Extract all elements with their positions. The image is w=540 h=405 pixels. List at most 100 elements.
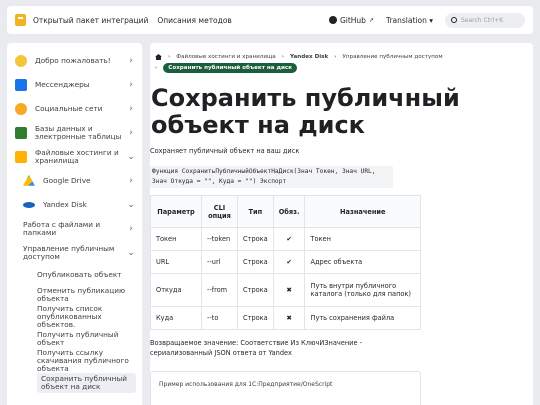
sidebar-item-label: Получить публичный объект (37, 330, 119, 347)
sidebar-item-label: Управление публичным доступом (23, 244, 115, 261)
sidebar: Добро пожаловать! › Мессенджеры › Социал… (7, 43, 142, 405)
breadcrumb-item-public-access[interactable]: Управление публичным доступом (342, 54, 442, 60)
breadcrumb-separator: › (168, 54, 171, 60)
table-cell: Строка (237, 273, 274, 307)
sidebar-item-label: Файловые хостинги и хранилища (35, 148, 119, 165)
sidebar-item-unpublish[interactable]: Отменить публикацию объекта (37, 285, 136, 305)
table-cell: Токен (150, 227, 202, 251)
search-icon (451, 17, 457, 23)
sidebar-item-google-drive[interactable]: Google Drive › (23, 169, 136, 193)
table-cell: --to (201, 306, 238, 330)
table-cell: Путь сохранения файла (304, 306, 421, 330)
external-link-icon: ↗ (368, 16, 374, 24)
sidebar-item-label: Добро пожаловать! (35, 56, 111, 65)
sidebar-item-label: Мессенджеры (35, 80, 90, 89)
sidebar-group-file-hosting: Google Drive › Yandex Disk ⌄ Работа с фа… (15, 169, 136, 265)
breadcrumb-item-current: Сохранить публичный объект на диск (163, 63, 298, 73)
table-cell: Строка (237, 250, 274, 274)
sidebar-item-label: Получить список опубликованных объектов. (37, 304, 103, 329)
sidebar-item-download-link[interactable]: Получить ссылку скачивания публичного об… (37, 349, 136, 373)
github-icon (328, 16, 337, 24)
breadcrumb-item-file-hosting[interactable]: Файловые хостинги и хранилища (176, 54, 275, 60)
sidebar-item-list-published[interactable]: Получить список опубликованных объектов. (37, 305, 136, 329)
usage-example-title: Пример использования для 1С:Предприятие/… (159, 381, 333, 388)
sidebar-item-files-folders[interactable]: Работа с файлами и папками › (23, 217, 136, 241)
page-description: Сохраняет публичный объект на ваш диск (150, 147, 300, 155)
search-input[interactable]: Search Ctrl+K (445, 12, 525, 28)
logo-icon[interactable] (15, 14, 26, 26)
table-row: Куда --to Строка ✖ Путь сохранения файла (150, 306, 421, 330)
breadcrumb-separator: › (334, 54, 337, 60)
sidebar-item-label: Социальные сети (35, 104, 103, 113)
sidebar-item-save-public[interactable]: Сохранить публичный объект на диск (37, 373, 136, 393)
column-header: Обяз. (272, 195, 306, 228)
table-cell: URL (150, 250, 202, 274)
main-content: › Файловые хостинги и хранилища › Yandex… (150, 43, 533, 405)
sidebar-item-label: Работа с файлами и папками (23, 220, 101, 237)
column-header: Тип (237, 195, 274, 228)
table-header-row: Параметр CLI опция Тип Обяз. Назначение (150, 195, 421, 228)
translation-dropdown[interactable]: Translation ▾ (386, 16, 433, 25)
github-label: GitHub (339, 15, 366, 25)
sidebar-item-label: Сохранить публичный объект на диск (41, 374, 127, 391)
table-row: Токен --token Строка ✔ Токен (150, 227, 421, 251)
hand-wave-icon (15, 55, 27, 67)
yandex-disk-icon (23, 202, 35, 208)
chevron-down-icon[interactable]: ⌄ (126, 248, 136, 258)
sidebar-item-get-public[interactable]: Получить публичный объект (37, 329, 136, 349)
nav-link-methods[interactable]: Описания методов (157, 16, 232, 25)
optional-cross-icon: ✖ (272, 273, 306, 307)
social-icon (15, 103, 27, 115)
sidebar-item-label: Google Drive (43, 176, 91, 185)
column-header: Параметр (150, 195, 202, 228)
table-cell: Адрес объекта (304, 250, 421, 274)
github-link[interactable]: GitHub ↗ (328, 15, 374, 25)
breadcrumb-separator: › (281, 54, 284, 60)
folder-icon (15, 151, 27, 163)
breadcrumb-item-yandex-disk[interactable]: Yandex Disk (290, 54, 328, 60)
chevron-down-icon[interactable]: ⌄ (126, 152, 136, 162)
table-cell: --token (201, 227, 238, 251)
optional-cross-icon: ✖ (272, 306, 306, 330)
sidebar-group-public-access: Опубликовать объект Отменить публикацию … (15, 265, 136, 393)
table-cell: Строка (237, 227, 274, 251)
chevron-right-icon[interactable]: › (126, 176, 136, 186)
table-row: URL --url Строка ✔ Адрес объекта (150, 250, 421, 274)
sidebar-item-publish[interactable]: Опубликовать объект (37, 265, 136, 285)
sidebar-item-label: Получить ссылку скачивания публичного об… (37, 348, 129, 373)
table-cell: --from (201, 273, 238, 307)
chevron-right-icon[interactable]: › (126, 80, 136, 90)
chat-icon (15, 79, 27, 91)
parameters-table: Параметр CLI опция Тип Обяз. Назначение … (150, 195, 421, 330)
sidebar-item-label: Опубликовать объект (37, 270, 122, 279)
chevron-right-icon[interactable]: › (126, 128, 136, 138)
sidebar-item-label: Yandex Disk (43, 200, 87, 209)
required-check-icon: ✔ (272, 227, 306, 251)
function-signature-code: Функция СохранитьПубличныйОбъектНаДиск(З… (150, 166, 393, 188)
column-header: Назначение (304, 195, 421, 228)
sidebar-item-messengers[interactable]: Мессенджеры › (15, 73, 136, 97)
sidebar-item-public-access[interactable]: Управление публичным доступом ⌄ (23, 241, 136, 265)
page-title: Сохранить публичный объект на диск (151, 84, 460, 139)
nav-link-integrations[interactable]: Открытый пакет интеграций (33, 16, 148, 25)
database-icon (15, 127, 27, 139)
sidebar-item-file-hosting[interactable]: Файловые хостинги и хранилища ⌄ (15, 145, 136, 169)
table-cell: Строка (237, 306, 274, 330)
sidebar-item-databases[interactable]: Базы данных и электронные таблицы › (15, 121, 136, 145)
sidebar-item-label: Отменить публикацию объекта (37, 286, 126, 303)
search-placeholder: Search Ctrl+K (461, 16, 504, 24)
sidebar-item-social[interactable]: Социальные сети › (15, 97, 136, 121)
home-icon[interactable] (155, 54, 162, 60)
chevron-right-icon[interactable]: › (126, 56, 136, 66)
usage-example-block: Пример использования для 1С:Предприятие/… (150, 371, 421, 405)
table-cell: Токен (304, 227, 421, 251)
chevron-down-icon[interactable]: ⌄ (126, 200, 136, 210)
sidebar-item-yandex-disk[interactable]: Yandex Disk ⌄ (23, 193, 136, 217)
table-cell: Куда (150, 306, 202, 330)
sidebar-item-welcome[interactable]: Добро пожаловать! › (15, 49, 136, 73)
chevron-right-icon[interactable]: › (126, 224, 136, 234)
table-cell: Откуда (150, 273, 202, 307)
chevron-right-icon[interactable]: › (126, 104, 136, 114)
breadcrumb-separator: › (155, 65, 158, 71)
sidebar-item-label: Базы данных и электронные таблицы (35, 124, 122, 141)
